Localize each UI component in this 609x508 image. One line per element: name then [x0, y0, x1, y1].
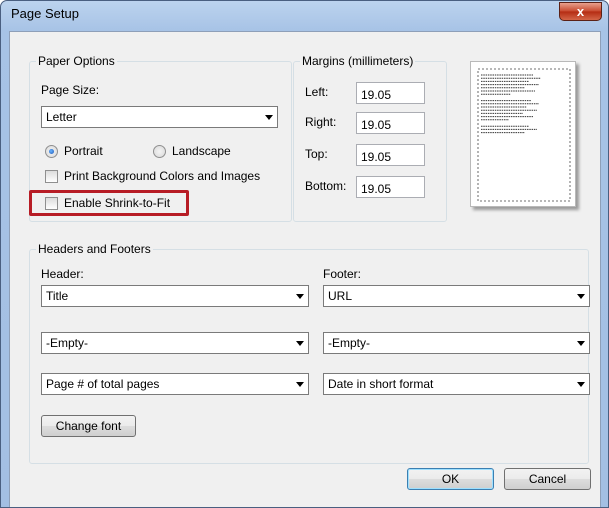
- portrait-label[interactable]: Portrait: [64, 144, 103, 158]
- chevron-down-icon: [296, 341, 304, 346]
- header-select-3-value: Page # of total pages: [46, 377, 160, 391]
- margin-top-input[interactable]: [356, 144, 425, 166]
- footer-select-3-value: Date in short format: [328, 377, 434, 391]
- margin-top-label: Top:: [305, 147, 328, 161]
- paper-options-legend: Paper Options: [38, 54, 115, 68]
- close-icon: x: [576, 4, 585, 19]
- chevron-down-icon: [296, 382, 304, 387]
- page-size-select[interactable]: Letter: [41, 106, 278, 128]
- header-select-2-value: -Empty-: [46, 336, 88, 350]
- landscape-label[interactable]: Landscape: [172, 144, 231, 158]
- page-size-label: Page Size:: [41, 83, 100, 97]
- shrink-to-fit-highlight: [29, 190, 189, 216]
- page-size-value: Letter: [46, 110, 77, 124]
- header-select-3[interactable]: Page # of total pages: [41, 373, 309, 395]
- print-background-label[interactable]: Print Background Colors and Images: [64, 169, 260, 183]
- chevron-down-icon: [296, 294, 304, 299]
- chevron-down-icon: [577, 382, 585, 387]
- change-font-button[interactable]: Change font: [41, 415, 136, 437]
- ok-button[interactable]: OK: [407, 468, 494, 490]
- margin-left-input[interactable]: [356, 82, 425, 104]
- page-setup-window: Page Setup x Paper Options Page Size: Le…: [0, 0, 609, 508]
- footer-select-2[interactable]: -Empty-: [323, 332, 590, 354]
- margin-top-field[interactable]: [357, 145, 424, 165]
- footer-select-3[interactable]: Date in short format: [323, 373, 590, 395]
- footer-select-1[interactable]: URL: [323, 285, 590, 307]
- window-title: Page Setup: [11, 6, 79, 21]
- portrait-radio[interactable]: [45, 145, 58, 158]
- margin-bottom-field[interactable]: [357, 177, 424, 197]
- header-select-1[interactable]: Title: [41, 285, 309, 307]
- margin-right-input[interactable]: [356, 112, 425, 134]
- footer-select-2-value: -Empty-: [328, 336, 370, 350]
- margin-left-label: Left:: [305, 85, 329, 99]
- margins-legend: Margins (millimeters): [302, 54, 414, 68]
- margin-right-label: Right:: [305, 115, 337, 129]
- print-background-checkbox[interactable]: [45, 170, 58, 183]
- margin-bottom-label: Bottom:: [305, 179, 347, 193]
- header-select-2[interactable]: -Empty-: [41, 332, 309, 354]
- chevron-down-icon: [577, 294, 585, 299]
- page-preview-graphic: [477, 68, 571, 202]
- close-button[interactable]: x: [559, 2, 602, 21]
- cancel-button[interactable]: Cancel: [504, 468, 591, 490]
- landscape-radio[interactable]: [153, 145, 166, 158]
- header-select-1-value: Title: [46, 289, 69, 303]
- margin-right-field[interactable]: [357, 113, 424, 133]
- margin-bottom-input[interactable]: [356, 176, 425, 198]
- headers-footers-legend: Headers and Footers: [38, 242, 151, 256]
- page-preview: [470, 61, 576, 207]
- chevron-down-icon: [265, 115, 273, 120]
- margin-guide: [477, 68, 571, 202]
- footer-label: Footer:: [323, 267, 362, 281]
- header-label: Header:: [41, 267, 84, 281]
- chevron-down-icon: [577, 341, 585, 346]
- footer-select-1-value: URL: [328, 289, 353, 303]
- margin-left-field[interactable]: [357, 83, 424, 103]
